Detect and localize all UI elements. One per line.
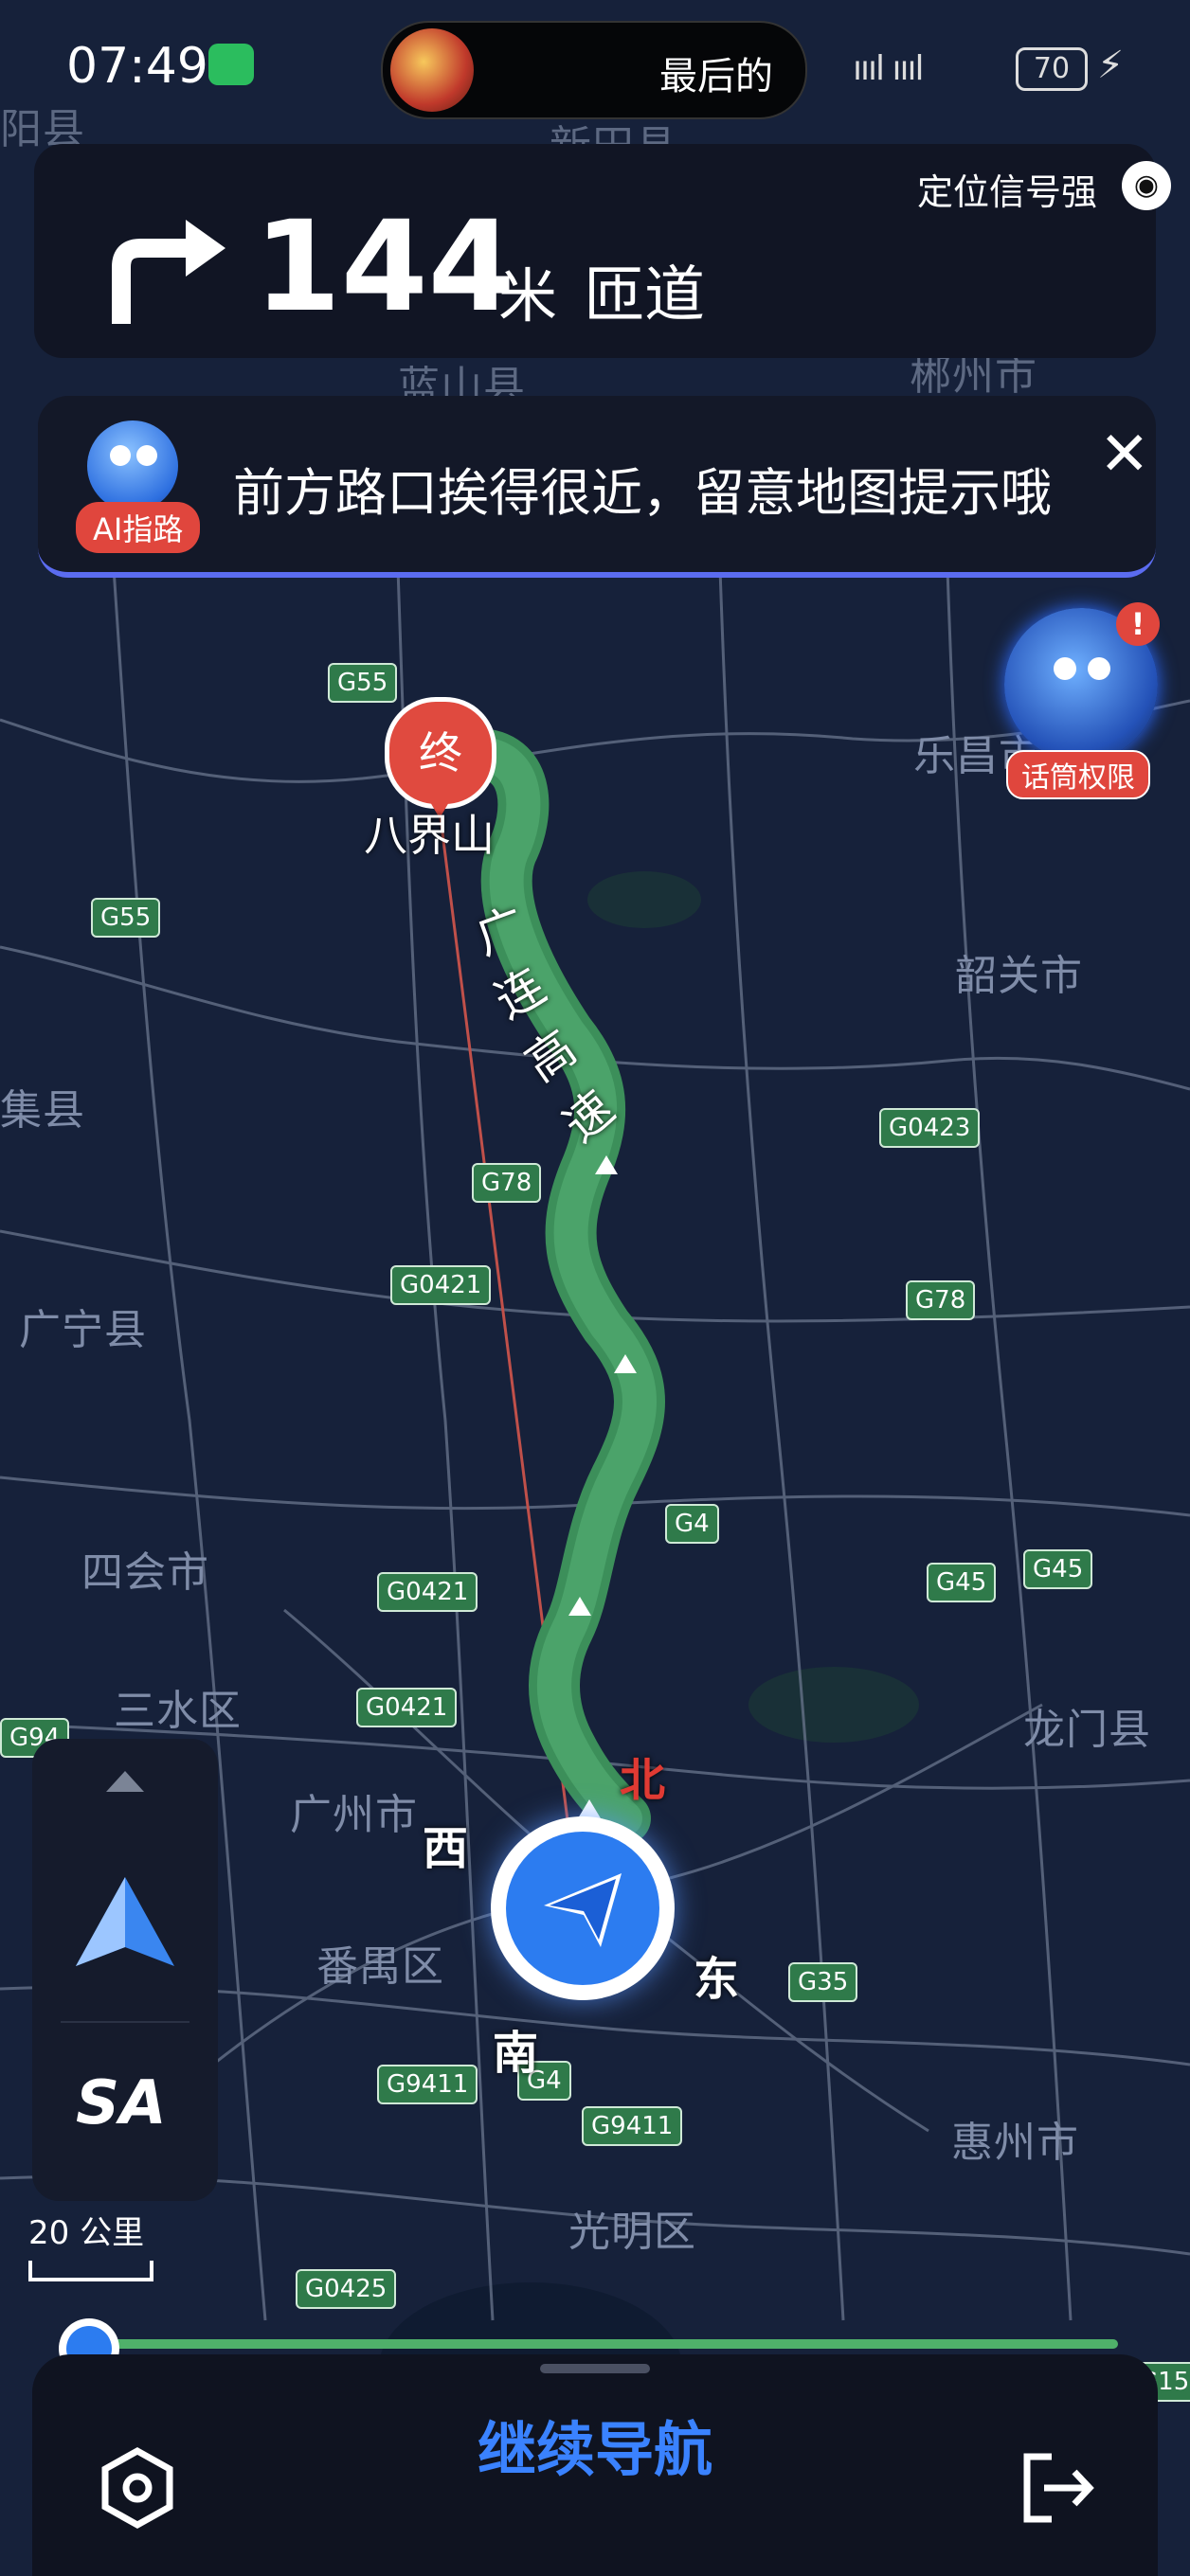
highway-badge: G4 bbox=[665, 1504, 719, 1544]
status-time: 07:49 bbox=[66, 38, 208, 95]
map-scale: 20 公里 bbox=[28, 2207, 153, 2281]
place-label: 龙门县 bbox=[1023, 1706, 1151, 1754]
highway-badge: G35 bbox=[788, 1962, 858, 2002]
place-label: 广宁县 bbox=[19, 1306, 147, 1354]
highway-badge: G0423 bbox=[879, 1108, 981, 1148]
highway-badge: G0425 bbox=[296, 2269, 397, 2309]
continue-navigation-button[interactable]: 继续导航 bbox=[32, 2402, 1158, 2487]
ai-guide-chip: AI指路 bbox=[76, 502, 201, 553]
highway-badge: G0421 bbox=[377, 1572, 478, 1612]
place-label: 韶关市 bbox=[955, 952, 1083, 1000]
highway-badge: G9411 bbox=[582, 2106, 683, 2146]
next-road-name: 匝道 bbox=[584, 260, 705, 331]
map-toolbar: SA bbox=[32, 1739, 218, 2201]
expand-up-icon[interactable] bbox=[106, 1771, 144, 1792]
highway-badge: G9411 bbox=[377, 2065, 478, 2104]
place-label: 集县 bbox=[0, 1086, 85, 1135]
route-progress-bar bbox=[76, 2339, 1118, 2349]
place-label: 四会市 bbox=[81, 1548, 209, 1597]
place-label: 光明区 bbox=[568, 2208, 696, 2256]
mic-permission-button[interactable]: ! 话筒权限 bbox=[1001, 602, 1162, 799]
destination-marker-label: 终 bbox=[385, 697, 496, 809]
gps-signal-icon: ◉ bbox=[1122, 161, 1171, 210]
battery-icon: 70 bbox=[1016, 47, 1088, 91]
turn-instruction-card[interactable]: 144 米 匝道 定位信号强 ◉ bbox=[34, 144, 1171, 358]
compass-south: 南 bbox=[493, 2027, 539, 2080]
highway-badge: G78 bbox=[472, 1163, 542, 1203]
close-icon[interactable]: ✕ bbox=[1099, 424, 1150, 485]
ai-tip-message: 前方路口挨得很近，留意地图提示哦 bbox=[233, 463, 1052, 523]
charging-icon: ⚡ bbox=[1097, 44, 1125, 87]
compass-west: 西 bbox=[423, 1822, 469, 1875]
place-label: 广州市 bbox=[290, 1791, 418, 1839]
place-label: 惠州市 bbox=[951, 2119, 1079, 2167]
current-location-marker[interactable] bbox=[491, 1816, 675, 2000]
3d-view-icon[interactable] bbox=[70, 1871, 180, 1976]
turn-right-icon bbox=[112, 220, 225, 324]
signal-icon: ıııl ıııl bbox=[853, 49, 924, 88]
exit-navigation-icon[interactable] bbox=[1014, 2445, 1099, 2531]
highway-badge: G55 bbox=[91, 898, 161, 938]
highway-badge: G0421 bbox=[390, 1265, 492, 1305]
ai-tip-card[interactable]: AI指路 前方路口挨得很近，留意地图提示哦 ✕ bbox=[38, 396, 1156, 578]
now-playing-island[interactable]: 最后的 bbox=[381, 21, 807, 119]
smart-assist-icon[interactable]: SA bbox=[76, 2068, 167, 2138]
mic-permission-label: 话筒权限 bbox=[1006, 750, 1150, 799]
alert-badge: ! bbox=[1116, 602, 1160, 646]
navigation-arrow-icon bbox=[544, 1873, 622, 1947]
now-playing-title: 最后的 bbox=[659, 55, 773, 98]
gps-status: 定位信号强 bbox=[917, 171, 1098, 213]
scale-label: 20 公里 bbox=[28, 2214, 145, 2252]
bottom-panel: 继续导航 bbox=[32, 2354, 1158, 2576]
distance-value: 144 bbox=[254, 194, 515, 340]
ai-assistant-icon bbox=[87, 420, 178, 511]
wechat-icon bbox=[208, 44, 254, 85]
distance-unit: 米 bbox=[498, 261, 558, 331]
drag-handle[interactable] bbox=[540, 2364, 650, 2373]
highway-badge: G0421 bbox=[356, 1688, 458, 1727]
place-label: 番禺区 bbox=[316, 1942, 444, 1991]
highway-badge: G78 bbox=[906, 1280, 976, 1320]
destination-name: 八界山 bbox=[364, 810, 495, 861]
highway-badge: G45 bbox=[1023, 1549, 1093, 1589]
highway-badge: G45 bbox=[927, 1563, 997, 1602]
compass-north: 北 bbox=[620, 1754, 666, 1807]
album-art bbox=[390, 28, 474, 112]
compass-east: 东 bbox=[694, 1953, 740, 2006]
place-label: 三水区 bbox=[114, 1687, 242, 1735]
settings-icon[interactable] bbox=[95, 2445, 180, 2531]
